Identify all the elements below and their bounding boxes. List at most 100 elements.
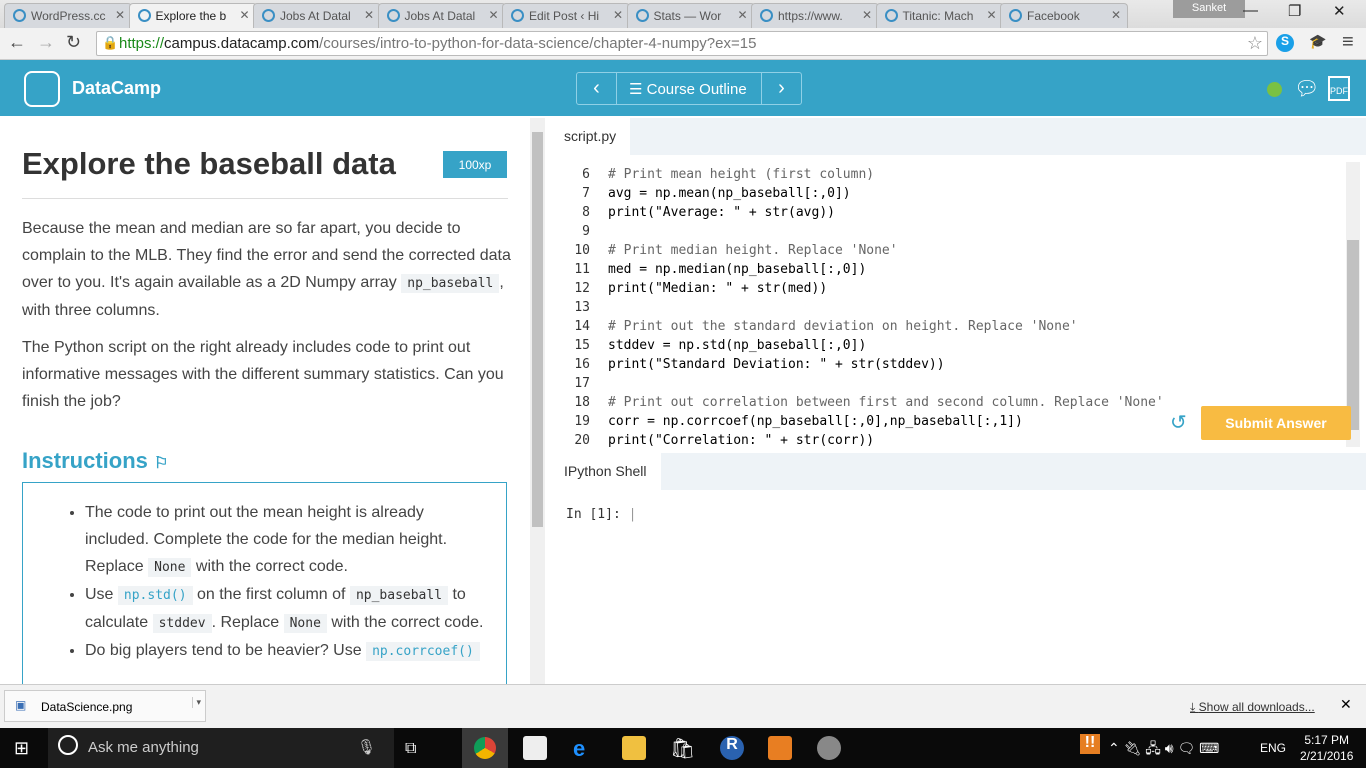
cortana-search[interactable]: Ask me anything 🎙︎ [48,728,394,768]
close-tab-icon[interactable]: ✕ [862,8,872,22]
tray-icons[interactable]: ⌃ 🔌︎ 🖧 🔊︎ 🗨︎ ⌨︎ [1108,738,1219,762]
prev-exercise-button[interactable]: ‹ [577,73,617,104]
app-icon[interactable] [768,736,792,760]
code-line: 15 stddev = np.std(np_baseball[:,0]) [574,338,867,353]
r-icon[interactable]: R [720,736,744,760]
language-indicator[interactable]: ENG [1260,741,1286,755]
close-tab-icon[interactable]: ✕ [986,8,996,22]
instructions-box: The code to print out the mean height is… [22,482,507,692]
editor-scrollbar[interactable] [1346,162,1360,447]
submit-answer-button[interactable]: Submit Answer [1201,406,1351,440]
tab-script-py[interactable]: script.py [550,118,631,155]
favicon-icon [386,9,400,22]
close-tab-icon[interactable]: ✕ [364,8,374,22]
favicon-icon [137,9,151,22]
code-line: 8 print("Average: " + str(avg)) [582,205,835,220]
task-view-icon[interactable]: ⧉ [405,740,416,758]
browser-tab[interactable]: Jobs At Datal ✕ [377,3,506,28]
code-line: 9 [582,224,590,239]
profile-badge[interactable]: Sanket [1173,0,1245,18]
brand-name[interactable]: DataCamp [72,78,161,99]
ipython-shell[interactable]: In [1]: | [566,507,636,522]
description-paragraph: The Python script on the right already i… [22,339,504,410]
datacamp-logo[interactable] [24,71,60,107]
browser-tab[interactable]: Edit Post ‹ Hi ✕ [502,3,630,28]
reload-icon[interactable]: ↻ [66,32,81,53]
menu-icon[interactable]: ≡ [1342,31,1354,54]
code-line: 6 # Print mean height (first column) [582,167,875,182]
instruction-item: The code to print out the mean height is… [85,499,488,581]
browser-tab[interactable]: WordPress.cc ✕ [4,3,132,28]
minimize-button[interactable]: — [1243,2,1258,19]
code-editor[interactable]: 6 # Print mean height (first column) 7 avg … [560,165,1163,450]
cortana-icon [58,735,78,755]
shell-tabs: IPython Shell [550,453,1366,490]
code-line: 10 # Print median height. Replace 'None' [574,243,898,258]
close-tab-icon[interactable]: ✕ [737,8,747,22]
clock[interactable]: 5:17 PM 2/21/2016 [1300,732,1353,764]
close-downloads-icon[interactable]: ✕ [1340,696,1352,713]
microphone-icon: 🎙︎ [356,739,376,756]
code-line: 20 print("Correlation: " + str(corr)) [574,433,875,448]
chat-icon[interactable]: 💬︎ [1294,76,1319,101]
show-all-downloads-link[interactable]: ⤓ Show all downloads... [1190,700,1315,715]
browser-tab[interactable]: https://www. ✕ [751,3,879,28]
skype-icon[interactable]: S [1276,34,1294,52]
favicon-icon [262,9,275,22]
reset-icon[interactable]: ↺ [1170,410,1187,435]
course-outline-button[interactable]: ☰ Course Outline [629,80,747,98]
browser-tab[interactable]: Jobs At Datal ✕ [253,3,381,28]
description-paragraph: Because the mean and median are so far a… [22,220,511,319]
next-exercise-button[interactable]: › [761,73,801,104]
bookmark-star-icon[interactable]: ☆ [1247,33,1263,54]
paint-icon[interactable] [817,736,841,760]
instruction-item: Use np.std() on the first column of np_b… [85,581,488,637]
pdf-icon[interactable]: PDF [1328,76,1350,101]
close-tab-icon[interactable]: ✕ [239,8,249,22]
favicon-icon [635,9,649,22]
tab-ipython-shell[interactable]: IPython Shell [550,453,661,490]
chrome-taskbar-button[interactable] [462,728,508,768]
address-bar[interactable]: 🔒 https://campus.datacamp.com/courses/in… [96,31,1268,56]
course-outline-nav: ‹ ☰ Course Outline › [576,72,802,105]
xp-badge: 100xp [443,151,507,178]
download-icon: ⤓ [1190,700,1199,714]
file-explorer-icon[interactable] [622,736,646,760]
lock-icon: 🔒 [102,35,119,50]
close-tab-icon[interactable]: ✕ [613,8,623,22]
browser-tab[interactable]: Stats — Wor ✕ [626,3,755,28]
browser-tab[interactable]: Explore the b ✕ [128,3,257,28]
maximize-button[interactable]: ❐ [1288,2,1301,20]
close-window-button[interactable]: ✕ [1333,2,1346,20]
browser-tab[interactable]: Facebook ✕ [1000,3,1128,28]
mail-icon[interactable] [523,736,547,760]
favicon-icon [511,9,524,22]
instructions-heading: Instructions ⚐ [22,448,169,473]
favicon-icon [884,9,898,22]
instruction-item: Do big players tend to be heavier? Use n… [85,637,488,665]
chrome-icon [474,737,496,759]
list-icon: ☰ [629,81,647,98]
status-dot [1267,82,1282,97]
windows-start-icon[interactable]: ⊞ [14,738,29,759]
code-line: 14 # Print out the standard deviation on … [574,319,1078,334]
notification-app-icon[interactable]: !! [1080,734,1100,754]
favicon-icon [760,9,773,22]
edge-icon[interactable]: e [573,736,597,761]
extension-icon[interactable]: 🎓 [1309,33,1326,50]
store-icon[interactable]: 🛍︎ [670,736,695,760]
code-line: 17 [574,376,590,391]
forward-icon[interactable]: → [37,32,55,53]
flag-icon: ⚐ [154,455,169,472]
back-icon[interactable]: ← [8,32,26,53]
chevron-down-icon: ▾ [192,697,201,708]
download-item[interactable]: ▣ DataScience.png ▾ [4,690,206,722]
browser-tab[interactable]: Titanic: Mach ✕ [875,3,1004,28]
code-line: 11 med = np.median(np_baseball[:,0]) [574,262,867,277]
close-tab-icon[interactable]: ✕ [115,8,125,22]
code-line: 13 [574,300,590,315]
left-scrollbar-thumb[interactable] [532,132,543,527]
close-tab-icon[interactable]: ✕ [488,8,498,22]
close-tab-icon[interactable]: ✕ [1111,8,1121,22]
image-file-icon: ▣ [15,698,27,712]
